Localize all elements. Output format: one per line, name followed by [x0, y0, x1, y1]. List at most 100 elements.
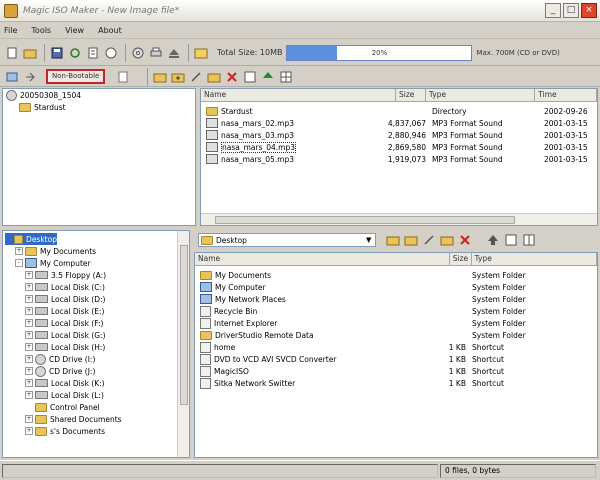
add-button[interactable]	[4, 69, 20, 85]
burn-button[interactable]	[130, 45, 146, 61]
expand-icon[interactable]: +	[25, 367, 33, 375]
properties-button[interactable]	[85, 45, 101, 61]
image-list-row[interactable]: nasa_mars_02.mp3 4,837,067 MP3 Format Soun…	[203, 117, 597, 129]
print-button[interactable]	[148, 45, 164, 61]
expand-icon[interactable]: +	[25, 427, 33, 435]
new-file-button[interactable]	[4, 45, 20, 61]
column-header-type[interactable]: Type	[472, 253, 597, 265]
image-list-scrollbar[interactable]	[201, 213, 597, 225]
open-button[interactable]	[22, 45, 38, 61]
local-list-row[interactable]: My Network Places System Folder	[197, 293, 597, 305]
expand-icon[interactable]: +	[25, 283, 33, 291]
local-list-row[interactable]: MagicISO 1 KB Shortcut	[197, 365, 597, 377]
column-header-size[interactable]: Size	[396, 89, 426, 101]
tree-item[interactable]: + My Documents	[5, 245, 175, 257]
image-properties-button[interactable]	[115, 69, 131, 85]
collapse-icon[interactable]: -	[15, 259, 23, 267]
tree-item[interactable]: Control Panel	[5, 401, 175, 413]
local-list-row[interactable]: Internet Explorer System Folder	[197, 317, 597, 329]
rename-button[interactable]	[188, 69, 204, 85]
wizard-button[interactable]	[193, 45, 209, 61]
menu-about[interactable]: About	[98, 26, 122, 35]
column-header-name[interactable]: Name	[201, 89, 396, 101]
scrollbar-thumb[interactable]	[180, 245, 188, 405]
tree-item-stardust[interactable]: Stardust	[3, 101, 195, 113]
tree-item[interactable]: + Local Disk (H:)	[5, 341, 175, 353]
image-list-row[interactable]: nasa_mars_05.mp3 1,919,073 MP3 Format Soun…	[203, 153, 597, 165]
scrollbar-thumb[interactable]	[215, 216, 515, 224]
expand-icon[interactable]: +	[25, 295, 33, 303]
expand-icon[interactable]: +	[25, 379, 33, 387]
cell-size: 4,837,067	[387, 118, 426, 128]
local-list-row[interactable]: Sitka Network Switter 1 KB Shortcut	[197, 377, 597, 389]
expand-icon[interactable]: +	[25, 319, 33, 327]
menu-file[interactable]: File	[4, 26, 17, 35]
save-button[interactable]	[49, 45, 65, 61]
local-tree-scrollbar[interactable]	[177, 231, 189, 457]
add-to-image-button[interactable]	[485, 232, 501, 248]
expand-icon[interactable]: +	[25, 355, 33, 363]
eject-button[interactable]	[166, 45, 182, 61]
local-rename-button[interactable]	[421, 232, 437, 248]
expand-icon[interactable]: +	[25, 307, 33, 315]
tree-item[interactable]: + Local Disk (C:)	[5, 281, 175, 293]
tree-item[interactable]: +3.5 Floppy (A:)	[5, 269, 175, 281]
up-folder-button[interactable]	[385, 232, 401, 248]
column-header-type[interactable]: Type	[426, 89, 536, 101]
local-list-row[interactable]: DriverStudio Remote Data System Folder	[197, 329, 597, 341]
view-button[interactable]	[242, 69, 258, 85]
image-list-row[interactable]: nasa_mars_04.mp3 2,869,580 MP3 Format Soun…	[203, 141, 597, 153]
tree-item[interactable]: Desktop	[5, 233, 57, 245]
local-copy-button[interactable]	[439, 232, 455, 248]
expand-icon[interactable]: +	[15, 247, 23, 255]
local-list-row[interactable]: Recycle Bin System Folder	[197, 305, 597, 317]
address-input[interactable]: Desktop	[198, 233, 376, 247]
local-list-row[interactable]: DVD to VCD AVI SVCD Converter 1 KB Shortcu…	[197, 353, 597, 365]
tree-item[interactable]: + Local Disk (D:)	[5, 293, 175, 305]
image-list-row[interactable]: Stardust Directory 2002-09-26	[203, 105, 597, 117]
refresh-button[interactable]	[67, 45, 83, 61]
local-list-row[interactable]: My Documents System Folder	[197, 269, 597, 281]
copy-folder-button[interactable]	[206, 69, 222, 85]
tree-item-image-root[interactable]: 20050308_1504	[3, 89, 195, 101]
tree-item[interactable]: + Local Disk (F:)	[5, 317, 175, 329]
bootable-toggle-button[interactable]: Non-Bootable	[46, 69, 106, 84]
minimize-button[interactable]: _	[545, 3, 561, 18]
grid-view-button[interactable]	[278, 69, 294, 85]
column-header-time[interactable]: Time	[535, 89, 597, 101]
info-button[interactable]	[103, 45, 119, 61]
maximize-button[interactable]: □	[563, 3, 579, 18]
column-header-size[interactable]: Size	[450, 253, 472, 265]
local-list-row[interactable]: home 1 KB Shortcut	[197, 341, 597, 353]
expand-icon[interactable]: +	[25, 343, 33, 351]
expand-icon[interactable]: +	[25, 271, 33, 279]
tree-item[interactable]: + Local Disk (K:)	[5, 377, 175, 389]
expand-icon[interactable]: +	[25, 391, 33, 399]
tree-item[interactable]: + Local Disk (G:)	[5, 329, 175, 341]
expand-icon[interactable]: +	[25, 415, 33, 423]
local-list-row[interactable]: My Computer System Folder	[197, 281, 597, 293]
tree-item[interactable]: + Local Disk (L:)	[5, 389, 175, 401]
local-delete-button[interactable]	[457, 232, 473, 248]
extract-button[interactable]	[22, 69, 38, 85]
tree-item[interactable]: + Local Disk (E:)	[5, 305, 175, 317]
tree-item[interactable]: + s's Documents	[5, 425, 175, 437]
tree-item[interactable]: - My Computer	[5, 257, 175, 269]
close-button[interactable]: ×	[581, 3, 597, 18]
move-up-button[interactable]	[260, 69, 276, 85]
folder-button[interactable]	[152, 69, 168, 85]
delete-button[interactable]	[224, 69, 240, 85]
column-header-name[interactable]: Name	[195, 253, 450, 265]
dropdown-arrow-icon[interactable]: ▼	[366, 236, 371, 244]
tree-item[interactable]: + CD Drive (J:)	[5, 365, 175, 377]
new-folder-button[interactable]	[170, 69, 186, 85]
menu-tools[interactable]: Tools	[31, 26, 51, 35]
local-grid-button[interactable]	[521, 232, 537, 248]
menu-view[interactable]: View	[65, 26, 84, 35]
tree-item[interactable]: + CD Drive (I:)	[5, 353, 175, 365]
new-local-folder-button[interactable]	[403, 232, 419, 248]
expand-icon[interactable]: +	[25, 331, 33, 339]
tree-item[interactable]: + Shared Documents	[5, 413, 175, 425]
image-list-row[interactable]: nasa_mars_03.mp3 2,880,946 MP3 Format Soun…	[203, 129, 597, 141]
local-view-button[interactable]	[503, 232, 519, 248]
